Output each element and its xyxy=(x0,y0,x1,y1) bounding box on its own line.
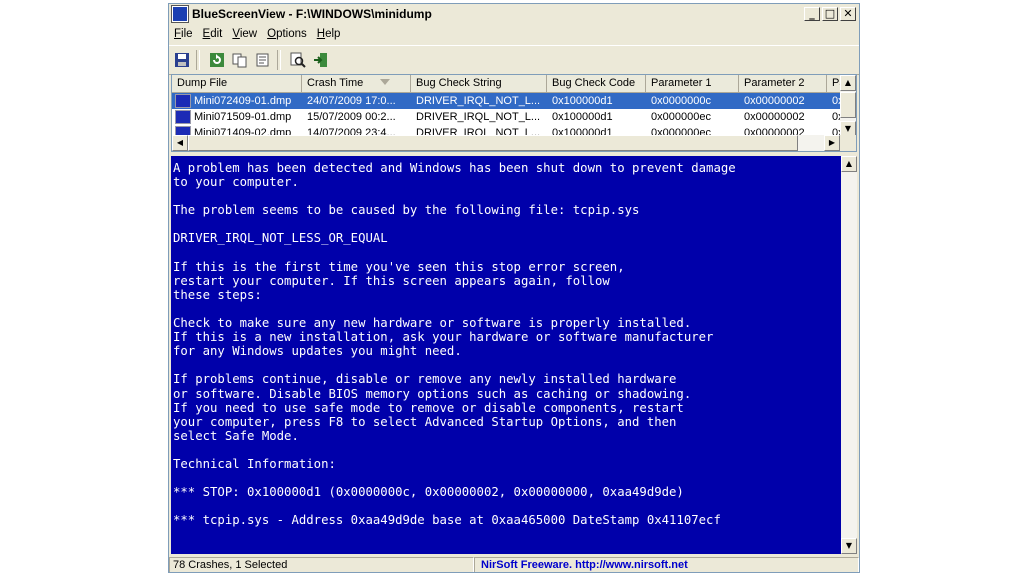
table-row[interactable]: Mini071509-01.dmp 15/07/2009 00:2... DRI… xyxy=(172,109,856,125)
menu-bar: File Edit View Options Help xyxy=(169,25,859,43)
sort-descending-icon xyxy=(380,79,390,85)
window-title: BlueScreenView - F:\WINDOWS\minidump xyxy=(192,7,432,21)
scroll-down-button[interactable]: ▼ xyxy=(841,538,857,554)
status-bar: 78 Crashes, 1 Selected NirSoft Freeware.… xyxy=(169,557,859,572)
cell-dump-file: Mini072409-01.dmp xyxy=(172,93,302,109)
menu-options[interactable]: Options xyxy=(262,28,312,40)
cell-bug-check-string: DRIVER_IRQL_NOT_L... xyxy=(416,111,541,123)
maximize-button[interactable]: □ xyxy=(822,7,838,21)
minimize-button[interactable]: _ xyxy=(804,7,820,21)
find-icon xyxy=(290,52,306,68)
refresh-icon xyxy=(210,53,224,67)
menu-help-accel: H xyxy=(316,28,326,40)
menu-edit-rest: dit xyxy=(210,28,223,40)
column-parameter-1[interactable]: Parameter 1 xyxy=(646,75,739,93)
column-bug-check-string[interactable]: Bug Check String xyxy=(411,75,547,93)
properties-button[interactable] xyxy=(253,50,273,70)
cell-parameter-2: 0x00000002 xyxy=(744,95,805,107)
cell-crash-time: 24/07/2009 17:0... xyxy=(307,95,396,107)
find-button[interactable] xyxy=(288,50,308,70)
cell-parameter-1: 0x000000ec xyxy=(651,111,711,123)
toolbar xyxy=(169,45,859,75)
menu-help[interactable]: Help xyxy=(312,28,346,40)
cell-bug-check-code: 0x100000d1 xyxy=(552,111,613,123)
nirsoft-link[interactable]: NirSoft Freeware. http://www.nirsoft.net xyxy=(474,557,859,572)
scroll-right-button[interactable]: ▶ xyxy=(824,135,840,151)
copy-button[interactable] xyxy=(230,50,250,70)
dump-file-name: Mini071509-01.dmp xyxy=(194,111,292,123)
menu-options-accel: O xyxy=(267,28,277,40)
column-dump-file[interactable]: Dump File xyxy=(172,75,302,93)
copy-icon xyxy=(232,53,247,68)
refresh-button[interactable] xyxy=(207,50,227,70)
save-button[interactable] xyxy=(172,50,192,70)
menu-file-rest: ile xyxy=(181,28,193,40)
menu-file[interactable]: File xyxy=(169,28,198,40)
list-horizontal-scrollbar[interactable]: ◀ ▶ xyxy=(172,135,840,151)
menu-view-accel: V xyxy=(232,28,240,40)
title-bar[interactable]: BlueScreenView - F:\WINDOWS\minidump _ □… xyxy=(169,4,859,24)
list-vertical-scrollbar[interactable]: ▲ ▼ xyxy=(840,75,856,137)
column-crash-time-label: Crash Time xyxy=(307,77,364,89)
list-header: Dump File Crash Time Bug Check String Bu… xyxy=(172,75,856,93)
exit-icon xyxy=(314,53,327,67)
bsod-text: A problem has been detected and Windows … xyxy=(173,161,736,528)
scrollbar-corner xyxy=(840,135,856,151)
menu-view-rest: iew xyxy=(239,28,258,40)
save-icon xyxy=(175,53,189,67)
cell-parameter-1: 0x0000000c xyxy=(651,95,711,107)
app-window: BlueScreenView - F:\WINDOWS\minidump _ □… xyxy=(168,3,860,573)
status-crash-count: 78 Crashes, 1 Selected xyxy=(169,557,474,572)
menu-view[interactable]: View xyxy=(227,28,262,40)
column-parameter-2[interactable]: Parameter 2 xyxy=(739,75,827,93)
scroll-thumb[interactable] xyxy=(188,135,798,151)
close-button[interactable]: ✕ xyxy=(840,7,856,21)
cell-dump-file: Mini071509-01.dmp xyxy=(172,109,302,125)
window-controls: _ □ ✕ xyxy=(802,7,856,21)
column-bug-check-code[interactable]: Bug Check Code xyxy=(547,75,646,93)
dump-file-icon xyxy=(175,94,191,108)
app-icon xyxy=(172,6,188,22)
cell-parameter-2: 0x00000002 xyxy=(744,111,805,123)
toolbar-separator xyxy=(196,50,200,70)
exit-button[interactable] xyxy=(311,50,331,70)
scroll-up-button[interactable]: ▲ xyxy=(840,75,856,91)
crash-list[interactable]: Dump File Crash Time Bug Check String Bu… xyxy=(171,74,857,152)
list-rows: Mini072409-01.dmp 24/07/2009 17:0... DRI… xyxy=(172,93,856,141)
dump-file-name: Mini072409-01.dmp xyxy=(194,95,292,107)
table-row[interactable]: Mini072409-01.dmp 24/07/2009 17:0... DRI… xyxy=(172,93,856,109)
menu-edit[interactable]: Edit xyxy=(198,28,228,40)
scroll-thumb[interactable] xyxy=(840,92,856,118)
scroll-left-button[interactable]: ◀ xyxy=(172,135,188,151)
cell-bug-check-code: 0x100000d1 xyxy=(552,95,613,107)
column-crash-time[interactable]: Crash Time xyxy=(302,75,411,93)
preview-vertical-scrollbar[interactable]: ▲ ▼ xyxy=(841,156,857,554)
properties-icon xyxy=(256,53,269,67)
scroll-up-button[interactable]: ▲ xyxy=(841,156,857,172)
cell-bug-check-string: DRIVER_IRQL_NOT_L... xyxy=(416,95,541,107)
cell-crash-time: 15/07/2009 00:2... xyxy=(307,111,396,123)
bsod-preview-pane: A problem has been detected and Windows … xyxy=(171,156,841,554)
toolbar-separator xyxy=(277,50,281,70)
menu-help-rest: elp xyxy=(325,28,341,40)
dump-file-icon xyxy=(175,110,191,124)
menu-file-accel: F xyxy=(174,28,182,40)
menu-options-rest: ptions xyxy=(276,28,307,40)
